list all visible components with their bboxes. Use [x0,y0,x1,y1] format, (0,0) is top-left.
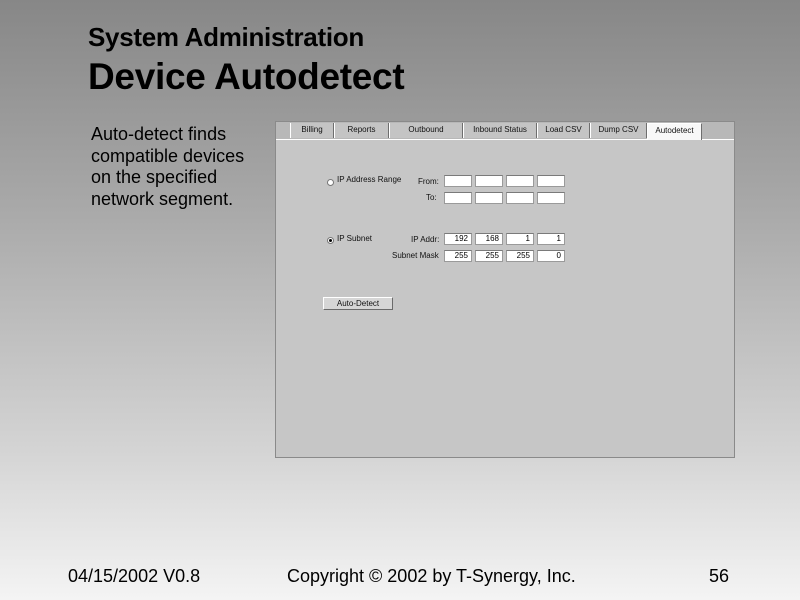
from-label: From: [418,177,439,186]
from-octet-3[interactable] [506,175,534,187]
ip-range-label: IP Address Range [337,175,402,184]
ip-addr-octet-1[interactable]: 192 [444,233,472,245]
slide-title: Device Autodetect [88,56,405,97]
tab-load-csv[interactable]: Load CSV [537,123,590,138]
ip-addr-octet-4[interactable]: 1 [537,233,565,245]
tab-reports[interactable]: Reports [334,123,389,138]
subnet-mask-label: Subnet Mask [392,251,439,260]
from-octet-4[interactable] [537,175,565,187]
auto-detect-button[interactable]: Auto-Detect [323,297,393,310]
subnet-mask-octet-2[interactable]: 255 [475,250,503,262]
subnet-mask-octet-3[interactable]: 255 [506,250,534,262]
autodetect-window: Billing Reports Outbound Inbound Status … [275,121,735,458]
footer-date-version: 04/15/2002 V0.8 [68,566,201,586]
ip-range-radio[interactable] [327,179,334,186]
to-octet-4[interactable] [537,192,565,204]
subnet-mask-octet-4[interactable]: 0 [537,250,565,262]
ip-subnet-label: IP Subnet [337,234,372,243]
to-label: To: [426,193,437,202]
to-octet-1[interactable] [444,192,472,204]
ip-addr-octet-3[interactable]: 1 [506,233,534,245]
slide-description: Auto-detect finds compatible devices on … [91,124,245,209]
from-octet-1[interactable] [444,175,472,187]
tab-bar: Billing Reports Outbound Inbound Status … [276,122,734,140]
from-octet-2[interactable] [475,175,503,187]
tab-dump-csv[interactable]: Dump CSV [590,123,647,138]
footer-page-number: 56 [709,566,730,586]
to-octet-3[interactable] [506,192,534,204]
ip-subnet-radio[interactable] [327,237,334,244]
to-octet-2[interactable] [475,192,503,204]
ip-addr-label: IP Addr: [411,235,440,244]
tab-autodetect[interactable]: Autodetect [647,123,702,140]
subnet-mask-octet-1[interactable]: 255 [444,250,472,262]
tab-billing[interactable]: Billing [290,123,334,138]
tab-outbound[interactable]: Outbound [389,123,463,138]
footer-copyright: Copyright © 2002 by T-Synergy, Inc. [287,566,576,586]
ip-addr-octet-2[interactable]: 168 [475,233,503,245]
slide-subtitle: System Administration [88,22,364,52]
tab-inbound-status[interactable]: Inbound Status [463,123,537,138]
